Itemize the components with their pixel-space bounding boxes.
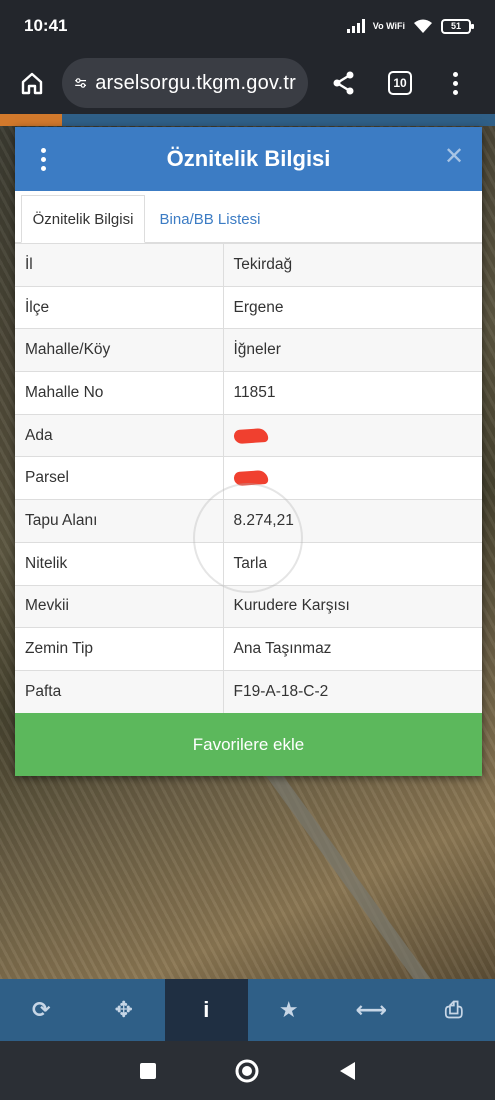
wifi-icon <box>414 19 432 33</box>
info-icon[interactable]: i <box>165 979 248 1041</box>
home-button[interactable] <box>10 61 54 105</box>
favorites-icon[interactable]: ★ <box>248 979 331 1041</box>
attribute-key: Mevkii <box>15 584 224 628</box>
attribute-value: Tarla <box>223 541 482 585</box>
attribute-value: 8.274,21 <box>223 499 482 543</box>
table-row: Parsel <box>15 456 482 500</box>
map-toolbar: ⟳ ✥ i ★ ⟷ ⎙ <box>0 979 495 1041</box>
table-row: Tapu Alanı 8.274,21 <box>15 499 482 543</box>
table-row: Ada <box>15 413 482 457</box>
attribute-value: Tekirdağ <box>223 243 482 287</box>
refresh-icon[interactable]: ⟳ <box>0 979 83 1041</box>
attribute-key: Zemin Tip <box>15 627 224 671</box>
redaction-mark <box>233 427 268 444</box>
dialog-menu-icon[interactable] <box>41 148 46 171</box>
attribute-table: İl Tekirdağ İlçe Ergene Mahalle/Köy İğneler Ma… <box>15 243 482 714</box>
address-bar[interactable]: arselsorgu.tkgm.gov.tr <box>62 58 308 108</box>
table-row: İlçe Ergene <box>15 285 482 329</box>
map-header-strip-blue <box>62 114 495 126</box>
table-row: Mevkii Kurudere Karşısı <box>15 584 482 628</box>
back-icon[interactable] <box>337 1060 357 1082</box>
status-time: 10:41 <box>24 16 68 35</box>
attribute-key: Mahalle No <box>15 371 224 415</box>
table-row: İl Tekirdağ <box>15 243 482 287</box>
tab-attributes[interactable]: Öznitelik Bilgisi <box>21 195 145 243</box>
table-row: Zemin Tip Ana Taşınmaz <box>15 627 482 671</box>
map-header-strip-orange <box>0 114 62 126</box>
attribute-value <box>223 456 482 500</box>
system-nav-bar <box>0 1041 495 1100</box>
attribute-key: İl <box>15 243 224 287</box>
home-icon <box>21 72 43 95</box>
browser-menu-button[interactable] <box>450 71 460 95</box>
browser-toolbar: arselsorgu.tkgm.gov.tr 10 <box>0 52 495 114</box>
dialog-title: Öznitelik Bilgisi <box>166 146 331 171</box>
attribute-key: Tapu Alanı <box>15 499 224 543</box>
dialog-header: Öznitelik Bilgisi ✕ <box>15 127 482 191</box>
table-row: Mahalle/Köy İğneler <box>15 328 482 372</box>
redaction-mark <box>233 470 268 487</box>
table-row: Nitelik Tarla <box>15 541 482 585</box>
add-to-favorites-button[interactable]: Favorilere ekle <box>15 713 482 776</box>
table-row: Mahalle No 11851 <box>15 371 482 415</box>
attribute-value: Ergene <box>223 285 482 329</box>
print-icon[interactable]: ⎙ <box>413 979 495 1041</box>
recents-icon[interactable] <box>138 1061 158 1081</box>
vowifi-icon: Vo WiFi <box>372 21 405 31</box>
measure-icon[interactable]: ⟷ <box>330 979 413 1041</box>
attribute-value: 11851 <box>223 371 482 415</box>
table-row: Pafta F19-A-18-C-2 <box>15 669 482 714</box>
attribute-value: F19-A-18-C-2 <box>223 669 482 714</box>
attribute-value: Ana Taşınmaz <box>223 627 482 671</box>
attribute-value: İğneler <box>223 328 482 372</box>
url-text: arselsorgu.tkgm.gov.tr <box>95 71 296 94</box>
status-bar: 10:41 Vo WiFi 51 <box>0 0 495 52</box>
close-icon[interactable]: ✕ <box>442 145 466 169</box>
dialog-tabs: Öznitelik Bilgisi Bina/BB Listesi <box>15 191 482 243</box>
battery-icon: 51 <box>441 18 474 34</box>
attribute-value: Kurudere Karşısı <box>223 584 482 628</box>
tab-building-list[interactable]: Bina/BB Listesi <box>155 195 265 243</box>
share-icon <box>333 71 354 95</box>
attribute-dialog: Öznitelik Bilgisi ✕ Öznitelik Bilgisi Bi… <box>15 127 482 776</box>
attribute-key: Parsel <box>15 456 224 500</box>
home-nav-icon[interactable] <box>233 1057 261 1085</box>
signal-icon <box>346 19 365 33</box>
site-settings-icon[interactable] <box>74 73 87 93</box>
status-icons: Vo WiFi 51 <box>346 18 474 34</box>
locate-icon[interactable]: ✥ <box>83 979 166 1041</box>
attribute-key: İlçe <box>15 285 224 329</box>
tab-switcher-button[interactable]: 10 <box>388 71 412 95</box>
attribute-key: Pafta <box>15 669 224 714</box>
attribute-key: Ada <box>15 413 224 457</box>
attribute-key: Mahalle/Köy <box>15 328 224 372</box>
attribute-key: Nitelik <box>15 541 224 585</box>
attribute-value <box>223 413 482 457</box>
share-button[interactable] <box>324 61 364 105</box>
